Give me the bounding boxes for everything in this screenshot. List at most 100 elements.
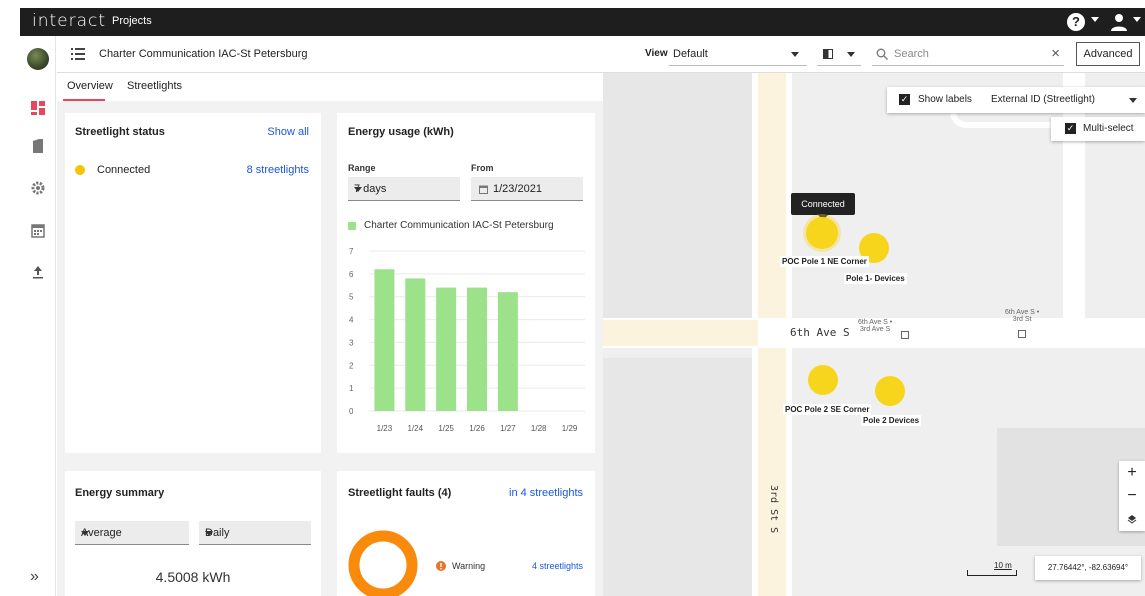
multi-select-panel: ✓ Multi-select: [1051, 117, 1145, 141]
show-labels-checkbox[interactable]: ✓: [899, 94, 910, 105]
document-icon[interactable]: [30, 138, 46, 154]
y-tick-label: 0: [349, 407, 354, 416]
bar[interactable]: [497, 292, 518, 411]
range-select[interactable]: 7 days: [348, 177, 460, 201]
chevron-down-icon: [354, 187, 362, 192]
pole-label: Pole 2 Devices: [861, 415, 922, 426]
pole-label: Pole 1- Devices: [844, 273, 907, 284]
chevron-down-icon: [205, 531, 213, 536]
map-scale-bar: [967, 570, 1017, 576]
legend-swatch: [348, 222, 356, 230]
card-title: Streetlight faults (4): [348, 487, 452, 499]
search-input[interactable]: Search ×: [872, 42, 1064, 66]
card-title: Energy usage (kWh): [348, 126, 454, 138]
bar[interactable]: [467, 287, 487, 411]
bar[interactable]: [436, 287, 457, 411]
overview-panel: Overview Streetlights Streetlight status…: [57, 73, 603, 596]
split-view-icon: [823, 49, 833, 59]
upload-icon[interactable]: [30, 264, 46, 280]
multi-select-label: Multi-select: [1083, 123, 1134, 134]
bar[interactable]: [374, 269, 395, 411]
expand-rail-icon[interactable]: »: [30, 568, 39, 586]
avatar[interactable]: [27, 48, 49, 70]
from-date-field[interactable]: 1/23/2021: [471, 177, 583, 201]
label-field-select[interactable]: External ID (Streetlight): [991, 94, 1095, 105]
x-tick-label: 1/27: [500, 424, 516, 433]
warning-count-link[interactable]: 4 streetlights: [532, 561, 583, 571]
advanced-button[interactable]: Advanced: [1076, 42, 1140, 66]
help-icon[interactable]: ?: [1067, 13, 1085, 31]
app-name[interactable]: Projects: [112, 15, 152, 27]
view-select[interactable]: Default: [669, 42, 807, 66]
faults-link[interactable]: in 4 streetlights: [509, 487, 583, 499]
pole-marker[interactable]: [806, 217, 838, 249]
chevron-down-icon[interactable]: [1129, 98, 1137, 103]
card-title: Energy summary: [75, 487, 165, 499]
brand-logo[interactable]: interact: [32, 11, 106, 31]
bar[interactable]: [405, 278, 426, 411]
show-all-link[interactable]: Show all: [267, 126, 309, 138]
chevron-down-icon: [847, 52, 855, 57]
list-menu-icon[interactable]: [71, 48, 85, 60]
active-tab-indicator: [63, 99, 105, 101]
layout-toggle[interactable]: [817, 42, 861, 66]
period-select[interactable]: Daily: [199, 521, 311, 545]
transit-stop-name: 6th Ave S •: [858, 319, 893, 326]
chevron-down-icon: [791, 52, 799, 57]
left-margin: [0, 36, 20, 596]
status-count-link[interactable]: 8 streetlights: [247, 164, 309, 176]
coordinates-readout: 27.76442°, -82.63694°: [1035, 556, 1141, 580]
chevron-down-icon: [81, 531, 89, 536]
help-chevron-down-icon[interactable]: [1091, 17, 1099, 22]
pole-label: POC Pole 2 SE Corner: [783, 404, 872, 415]
transit-stop-name: 3rd Ave S: [860, 326, 891, 333]
dashboard-icon[interactable]: [30, 100, 46, 116]
left-rail: »: [20, 36, 56, 596]
view-select-value: Default: [673, 48, 708, 60]
map-canvas: [603, 73, 1145, 596]
user-icon[interactable]: [1109, 12, 1129, 32]
tab-streetlights[interactable]: Streetlights: [127, 80, 182, 92]
energy-usage-card: Energy usage (kWh) Range 7 days From 1/2…: [337, 113, 595, 453]
top-bar: interact Projects ?: [20, 8, 1145, 36]
y-tick-label: 6: [349, 270, 354, 279]
status-label: Connected: [97, 164, 151, 176]
y-tick-label: 1: [349, 384, 354, 393]
zoom-in-button[interactable]: +: [1119, 464, 1145, 482]
street-label: 3rd St S: [768, 485, 779, 534]
user-chevron-down-icon[interactable]: [1133, 17, 1141, 22]
close-icon[interactable]: ×: [1051, 45, 1060, 62]
x-tick-label: 1/28: [531, 424, 547, 433]
app-root: interact Projects ? » Charter Communicat…: [0, 0, 1145, 596]
energy-total: 4.5008 kWh: [155, 569, 231, 585]
multi-select-checkbox[interactable]: ✓: [1065, 123, 1076, 134]
aggregate-select[interactable]: Average: [75, 521, 189, 545]
from-date-value: 1/23/2021: [493, 183, 542, 195]
y-tick-label: 3: [349, 338, 354, 347]
pole-tooltip: Connected: [791, 193, 855, 215]
x-tick-label: 1/24: [407, 424, 423, 433]
map-scale-label: 10 m: [994, 561, 1012, 570]
transit-stop-name: 6th Ave S •: [1005, 309, 1040, 316]
view-label: View: [645, 48, 668, 59]
pole-marker[interactable]: [808, 365, 838, 395]
search-icon: [876, 48, 888, 60]
energy-summary-card: Energy summary Average Daily 4.5008 kWh: [65, 471, 321, 596]
bus-stop-icon: [1018, 330, 1026, 338]
project-header: Charter Communication IAC-St Petersburg …: [57, 36, 1145, 73]
streetlight-faults-card: Streetlight faults (4) in 4 streetlights…: [337, 471, 595, 596]
gear-icon[interactable]: [30, 180, 46, 196]
pole-marker[interactable]: [875, 376, 905, 406]
layers-icon[interactable]: [1127, 514, 1137, 524]
calendar-icon[interactable]: [30, 222, 46, 238]
from-label: From: [471, 163, 494, 173]
page-title: Charter Communication IAC-St Petersburg: [99, 48, 308, 60]
bus-stop-icon: [901, 331, 909, 339]
zoom-out-button[interactable]: −: [1119, 487, 1145, 505]
tab-overview[interactable]: Overview: [67, 80, 113, 92]
y-tick-label: 4: [349, 316, 354, 325]
map-view[interactable]: ✓ Show labels External ID (Streetlight) …: [603, 73, 1145, 596]
x-tick-label: 1/29: [562, 424, 578, 433]
x-tick-label: 1/23: [377, 424, 393, 433]
transit-stop-label: 6th Ave S • 3rd Ave S: [858, 319, 892, 333]
